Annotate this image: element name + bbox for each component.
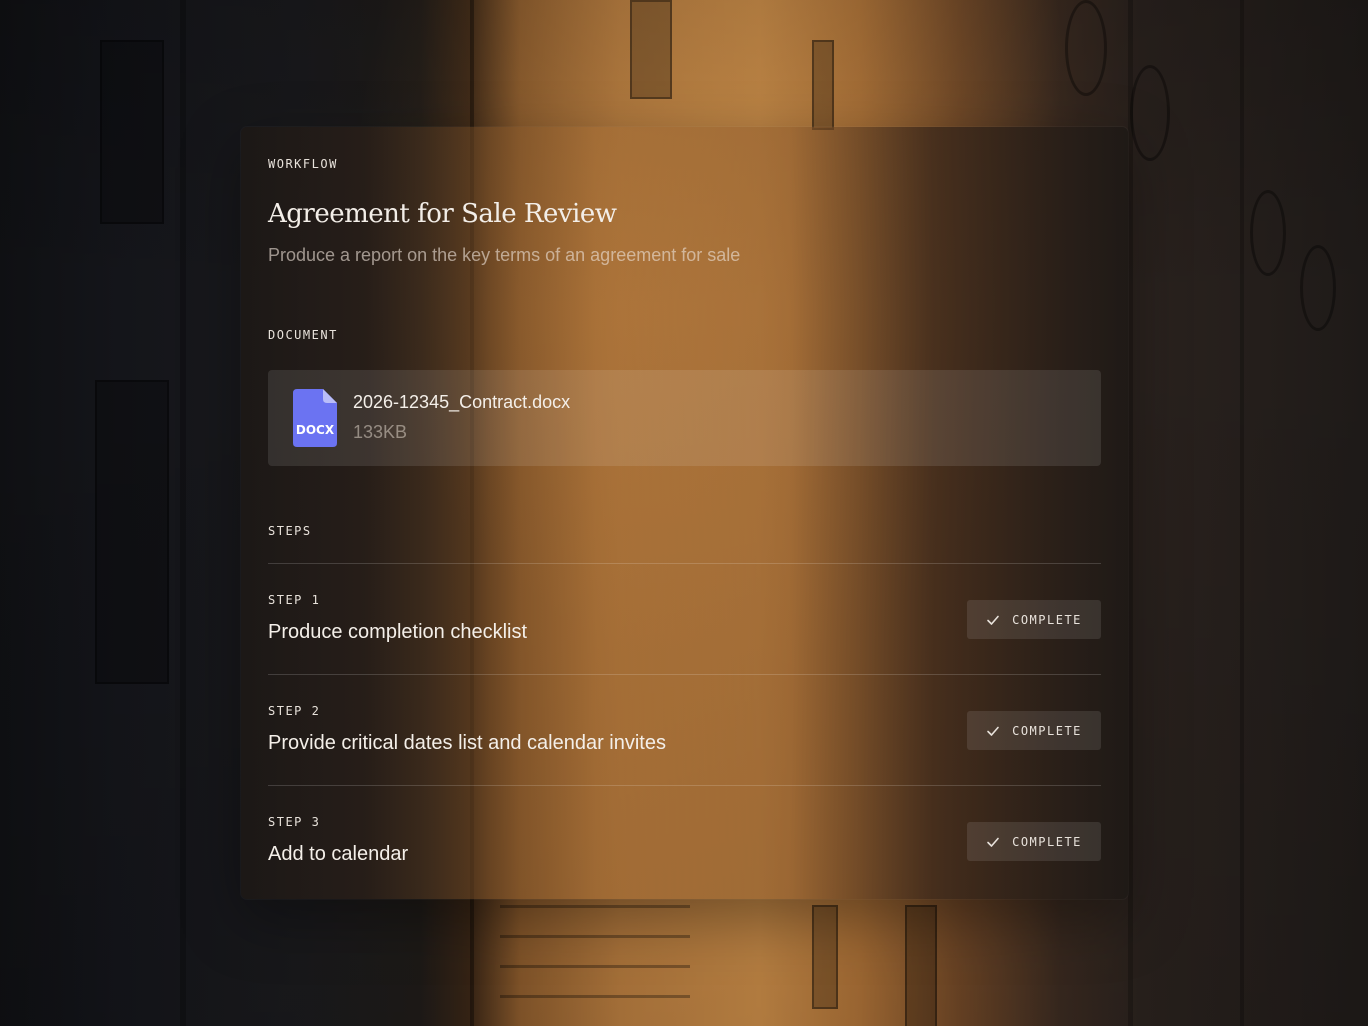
step-status-badge[interactable]: COMPLETE: [967, 600, 1101, 639]
status-label: COMPLETE: [1012, 723, 1082, 738]
window: [812, 905, 838, 1009]
steps-section-label: STEPS: [268, 524, 312, 538]
facade-medallion: [1250, 190, 1286, 276]
step-title: Provide critical dates list and calendar…: [268, 732, 666, 754]
document-attachment[interactable]: DOCX 2026-12345_Contract.docx 133KB: [268, 370, 1101, 466]
window: [905, 905, 937, 1026]
window: [630, 0, 672, 99]
facade-medallion: [1300, 245, 1336, 331]
status-label: COMPLETE: [1012, 612, 1082, 627]
docx-file-type-label: DOCX: [296, 423, 335, 437]
step-title: Produce completion checklist: [268, 621, 528, 643]
facade-column: [1240, 0, 1244, 1026]
status-label: COMPLETE: [1012, 834, 1082, 849]
scene: WORKFLOW Agreement for Sale Review Produ…: [0, 0, 1368, 1026]
step-number-label: STEP 1: [268, 593, 321, 607]
facade-ledge: [500, 935, 690, 938]
facade-column: [1128, 0, 1133, 1026]
step-row-2: STEP 2 Provide critical dates list and c…: [268, 675, 1101, 786]
document-section-label: DOCUMENT: [268, 328, 338, 342]
check-icon: [987, 615, 999, 625]
workflow-card: WORKFLOW Agreement for Sale Review Produ…: [241, 127, 1128, 899]
workflow-description: Produce a report on the key terms of an …: [268, 245, 741, 265]
window: [812, 40, 834, 130]
docx-file-icon: DOCX: [293, 389, 337, 447]
facade-column: [180, 0, 186, 1026]
facade-ledge: [500, 965, 690, 968]
window: [95, 380, 169, 684]
workflow-title: Agreement for Sale Review: [268, 199, 617, 229]
facade-medallion: [1065, 0, 1107, 96]
step-row-1: STEP 1 Produce completion checklist COMP…: [268, 564, 1101, 675]
document-file-name: 2026-12345_Contract.docx: [353, 392, 571, 412]
step-status-badge[interactable]: COMPLETE: [967, 822, 1101, 861]
check-icon: [987, 837, 999, 847]
facade-medallion: [1130, 65, 1170, 161]
check-icon: [987, 726, 999, 736]
step-number-label: STEP 3: [268, 815, 321, 829]
step-status-badge[interactable]: COMPLETE: [967, 711, 1101, 750]
step-number-label: STEP 2: [268, 704, 321, 718]
workflow-section-label: WORKFLOW: [268, 157, 338, 171]
step-title: Add to calendar: [268, 843, 409, 865]
window: [100, 40, 164, 224]
facade-ledge: [500, 995, 690, 998]
document-file-size: 133KB: [353, 422, 408, 442]
facade-ledge: [500, 905, 690, 908]
step-row-3: STEP 3 Add to calendar COMPLETE: [268, 786, 1101, 897]
